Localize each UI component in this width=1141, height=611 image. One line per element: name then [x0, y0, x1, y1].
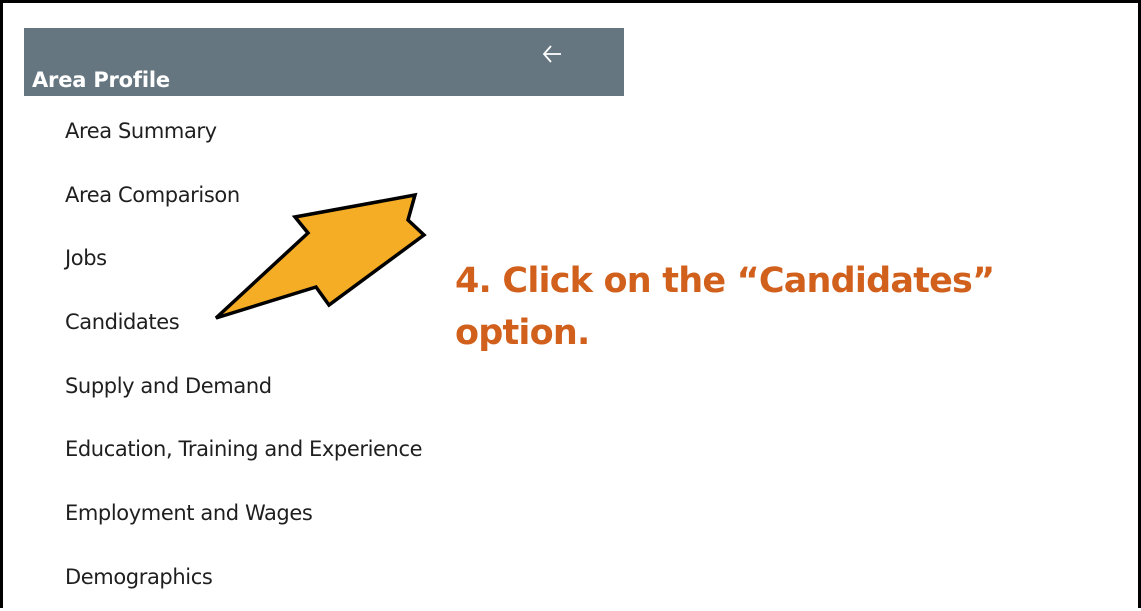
menu-item-area-summary[interactable]: Area Summary — [65, 100, 422, 164]
instruction-callout: 4. Click on the “Candidates” option. — [455, 255, 1075, 359]
instruction-line-2: option. — [455, 313, 590, 353]
menu-item-candidates[interactable]: Candidates — [65, 291, 422, 355]
menu-item-supply-and-demand[interactable]: Supply and Demand — [65, 355, 422, 419]
menu-item-area-comparison[interactable]: Area Comparison — [65, 164, 422, 228]
menu-item-education-training-experience[interactable]: Education, Training and Experience — [65, 418, 423, 482]
menu-item-demographics[interactable]: Demographics — [65, 546, 422, 610]
area-profile-header: Area Profile — [24, 28, 624, 96]
area-profile-menu: Area Summary Area Comparison Jobs Candid… — [65, 100, 423, 610]
instruction-line-1: 4. Click on the “Candidates” — [455, 261, 995, 301]
panel-title: Area Profile — [32, 68, 170, 92]
menu-item-employment-and-wages[interactable]: Employment and Wages — [65, 482, 422, 546]
menu-item-jobs[interactable]: Jobs — [65, 227, 422, 291]
arrow-left-icon[interactable] — [541, 43, 563, 65]
tutorial-screenshot-frame: Area Profile Area Summary Area Compariso… — [0, 0, 1141, 608]
